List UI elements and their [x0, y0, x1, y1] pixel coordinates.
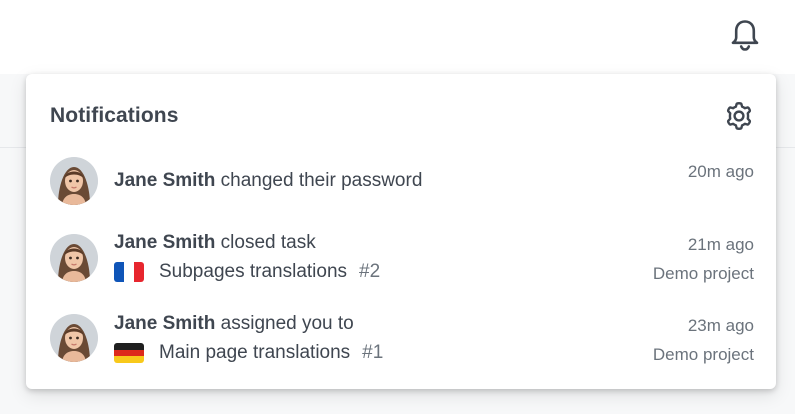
notification-text: Jane Smith assigned you to: [114, 312, 634, 336]
notification-text: Jane Smith changed their password: [114, 169, 634, 193]
notifications-header: Notifications: [50, 100, 754, 132]
notification-actor[interactable]: Jane Smith: [114, 313, 215, 334]
avatar-image: [50, 234, 98, 282]
avatar-image: [50, 157, 98, 205]
task-name: Main page translations: [159, 342, 351, 363]
notification-text: Jane Smith closed task: [114, 231, 634, 255]
notifications-bell-button[interactable]: [724, 14, 766, 56]
bell-icon: [731, 20, 759, 51]
notification-project[interactable]: Demo project: [653, 344, 754, 366]
notifications-title: Notifications: [50, 104, 179, 127]
notification-content: Jane Smith changed their password: [114, 169, 634, 193]
notification-action: assigned you to: [215, 313, 354, 334]
avatar-image: [50, 314, 98, 362]
notification-item[interactable]: Jane Smith assigned you to Main page tra…: [50, 312, 754, 370]
avatar: [50, 157, 98, 205]
task-link[interactable]: Main page translations #1: [114, 341, 634, 365]
task-number: #1: [362, 342, 384, 363]
notification-content: Jane Smith closed task Subpages translat…: [114, 231, 634, 284]
notification-settings-button[interactable]: [722, 99, 756, 133]
france-flag-icon: [114, 262, 144, 282]
notification-actor[interactable]: Jane Smith: [114, 232, 215, 253]
notifications-panel: Notifications Jane Smith changed their p…: [26, 74, 776, 389]
notification-time: 21m ago: [687, 235, 754, 254]
avatar: [50, 314, 98, 362]
notification-actor[interactable]: Jane Smith: [114, 170, 215, 191]
notification-action: changed their password: [215, 170, 423, 191]
top-bar: [0, 0, 795, 74]
task-number: #2: [359, 261, 381, 282]
notification-content: Jane Smith assigned you to Main page tra…: [114, 312, 634, 365]
germany-flag-icon: [114, 343, 144, 363]
page: Notifications Jane Smith changed their p…: [0, 0, 795, 414]
notification-meta: 23m ago Demo project: [653, 315, 754, 366]
notification-time: 23m ago: [687, 316, 754, 335]
notification-item[interactable]: Jane Smith changed their password 20m ag…: [50, 157, 754, 207]
notification-time: 20m ago: [687, 162, 754, 181]
task-link[interactable]: Subpages translations #2: [114, 260, 634, 284]
notification-item[interactable]: Jane Smith closed task Subpages translat…: [50, 231, 754, 289]
notification-project[interactable]: Demo project: [653, 263, 754, 285]
notification-action: closed task: [215, 232, 316, 253]
avatar: [50, 234, 98, 282]
notification-meta: 21m ago Demo project: [653, 234, 754, 285]
task-name: Subpages translations: [159, 261, 348, 282]
notification-meta: 20m ago: [688, 161, 754, 183]
gear-icon: [726, 102, 752, 130]
